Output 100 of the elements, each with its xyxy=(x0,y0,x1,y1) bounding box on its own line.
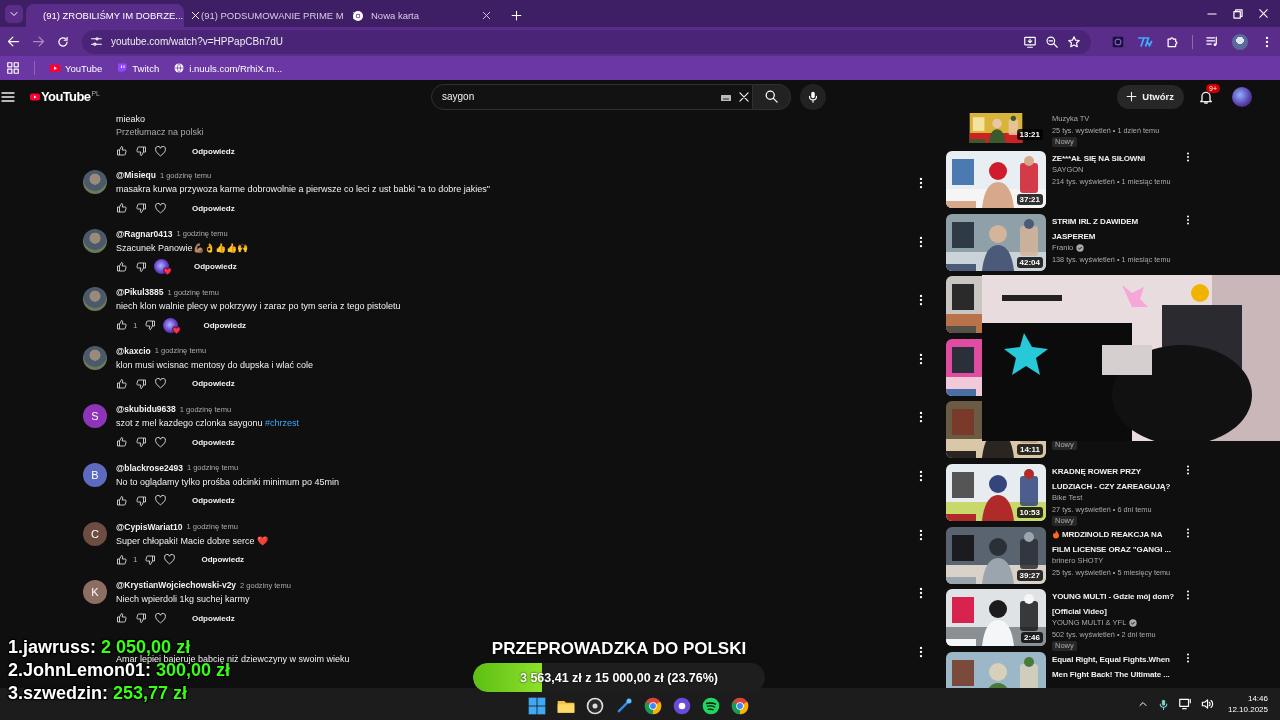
install-icon[interactable] xyxy=(1023,34,1037,49)
zoom-icon[interactable] xyxy=(1045,34,1059,49)
reply-button[interactable]: Odpowiedz xyxy=(201,555,245,565)
hashtag-link[interactable]: #chrzest xyxy=(265,418,300,429)
user-avatar[interactable]: S xyxy=(83,404,107,429)
media-icon[interactable] xyxy=(1205,34,1220,49)
thumbs-down-icon[interactable] xyxy=(144,553,157,566)
heart-icon[interactable] xyxy=(154,377,167,391)
bookmark[interactable]: YouTube xyxy=(49,62,103,74)
user-avatar[interactable]: B xyxy=(83,462,107,487)
user-avatar[interactable] xyxy=(83,170,107,194)
search-field[interactable]: saygon xyxy=(431,83,753,110)
video-title[interactable]: ZE***AŁ SIĘ NA SIŁOWNI xyxy=(1052,151,1180,166)
reply-button[interactable]: Odpowiedz xyxy=(192,496,235,506)
heart-icon[interactable] xyxy=(154,494,167,508)
thumbs-up-icon[interactable] xyxy=(116,553,128,566)
microphone-icon[interactable] xyxy=(806,89,820,104)
comment-author[interactable]: @blackrose2493 xyxy=(116,462,183,473)
voice-search-button[interactable] xyxy=(800,83,826,110)
chrome-icon[interactable] xyxy=(730,696,750,716)
heart-icon[interactable] xyxy=(154,144,167,158)
thumbs-down-icon[interactable] xyxy=(135,377,147,390)
reply-button[interactable]: Odpowiedz xyxy=(192,203,235,213)
extension-icon[interactable] xyxy=(1137,34,1153,49)
thumbs-up-icon[interactable] xyxy=(116,612,128,625)
comment-author[interactable]: @Pikul3885 xyxy=(116,287,164,298)
bookmark[interactable]: Twitch xyxy=(116,62,160,74)
comment-author[interactable]: @kaxcio xyxy=(116,345,151,356)
close-icon[interactable] xyxy=(481,10,492,21)
thumbs-up-icon[interactable] xyxy=(116,494,128,507)
account-avatar[interactable] xyxy=(1232,86,1252,107)
heart-icon[interactable] xyxy=(154,435,167,449)
thumbs-up-icon[interactable] xyxy=(116,377,128,390)
thumbs-down-icon[interactable] xyxy=(135,612,147,625)
translate-link[interactable]: Przetłumacz na polski xyxy=(116,125,928,139)
thumbs-up-icon[interactable] xyxy=(116,436,128,449)
logo-text[interactable]: YouTube xyxy=(40,89,91,104)
thumbs-down-icon[interactable] xyxy=(135,494,147,507)
comment-author[interactable]: @Ragnar0413 xyxy=(116,228,173,239)
video-title[interactable]: KRADNĘ ROWER PRZY LUDZIACH - CZY ZAREAGUJĄ? xyxy=(1052,463,1180,494)
video-title[interactable]: Equal Right, Equal Fights.When Men Fight Back! The Ultimate ... xyxy=(1052,651,1180,682)
reply-button[interactable]: Odpowiedz xyxy=(203,320,247,330)
reply-button[interactable]: Odpowiedz xyxy=(192,613,235,623)
video-title[interactable]: YOUNG MULTI - Gdzie mój dom? [Official Video] xyxy=(1052,589,1180,620)
restore-icon[interactable] xyxy=(1231,6,1245,21)
network-icon[interactable] xyxy=(1177,697,1192,711)
thumbs-down-icon[interactable] xyxy=(135,202,147,214)
thumbs-down-icon[interactable] xyxy=(135,145,147,157)
thumbs-up-icon[interactable] xyxy=(116,260,128,273)
apps-icon[interactable] xyxy=(6,61,20,75)
user-avatar[interactable] xyxy=(83,345,107,370)
extension-icon[interactable] xyxy=(1111,34,1125,49)
address-bar[interactable]: youtube.com/watch?v=HPPapCBn7dU xyxy=(82,29,1091,54)
browser-tab[interactable]: (91) PODSUMOWANIE PRIME M xyxy=(184,4,342,27)
search-icon[interactable] xyxy=(764,89,779,104)
thumbs-down-icon[interactable] xyxy=(135,260,147,273)
user-avatar[interactable]: K xyxy=(83,580,107,605)
clock-time[interactable]: 14:46 xyxy=(1247,693,1268,704)
video-title[interactable]: MRDZINOLD REAKCJA NA FILM LICENSE ORAZ "GANGI ... xyxy=(1052,526,1180,557)
comment-author[interactable]: @CypisWariat10 xyxy=(116,521,183,532)
search-button[interactable] xyxy=(753,83,791,110)
comment-author[interactable]: @KrystianWojciechowski-v2y xyxy=(116,580,237,591)
start-icon[interactable] xyxy=(527,696,547,716)
profile-avatar[interactable] xyxy=(1232,33,1248,50)
thumbs-up-icon[interactable] xyxy=(116,202,128,214)
reload-icon[interactable] xyxy=(56,34,70,49)
create-button[interactable]: Utwórz xyxy=(1117,84,1184,109)
spotify-icon[interactable] xyxy=(701,696,721,716)
site-settings-icon[interactable] xyxy=(90,35,103,48)
back-icon[interactable] xyxy=(6,34,21,49)
close-icon[interactable] xyxy=(1257,7,1270,20)
close-icon[interactable] xyxy=(190,10,202,21)
bookmark-star-icon[interactable] xyxy=(1067,34,1081,49)
heart-icon[interactable] xyxy=(163,553,177,567)
app-icon[interactable] xyxy=(585,696,605,716)
new-tab-icon[interactable] xyxy=(510,9,523,22)
comment-author[interactable]: @Misiequ xyxy=(116,170,156,180)
heart-icon[interactable] xyxy=(154,611,167,625)
thumbs-up-icon[interactable] xyxy=(116,145,128,157)
reply-button[interactable]: Odpowiedz xyxy=(192,379,235,389)
app-icon[interactable] xyxy=(672,696,692,716)
clear-icon[interactable] xyxy=(737,89,751,104)
thumbs-down-icon[interactable] xyxy=(135,436,147,449)
reply-button[interactable]: Odpowiedz xyxy=(194,262,237,272)
volume-icon[interactable] xyxy=(1199,697,1214,711)
reply-button[interactable]: Odpowiedz xyxy=(192,146,235,156)
user-avatar[interactable] xyxy=(83,287,107,312)
plus-icon[interactable] xyxy=(1125,90,1139,103)
bookmark[interactable]: i.nuuls.com/RrhiX.m... xyxy=(173,62,283,74)
clock-date[interactable]: 12.10.2025 xyxy=(1227,704,1268,715)
chrome-icon[interactable] xyxy=(643,696,663,716)
user-avatar[interactable]: C xyxy=(83,521,107,546)
heart-icon[interactable] xyxy=(154,201,167,215)
thumbs-down-icon[interactable] xyxy=(144,319,157,332)
user-avatar[interactable] xyxy=(83,228,107,253)
browser-tab[interactable]: Nowa karta xyxy=(342,4,500,27)
extensions-icon[interactable] xyxy=(1165,34,1180,49)
video-title[interactable]: STRIM IRL Z DAWIDEM JASPEREM xyxy=(1052,213,1180,244)
thumbs-up-icon[interactable] xyxy=(116,319,128,332)
reply-button[interactable]: Odpowiedz xyxy=(192,437,235,447)
